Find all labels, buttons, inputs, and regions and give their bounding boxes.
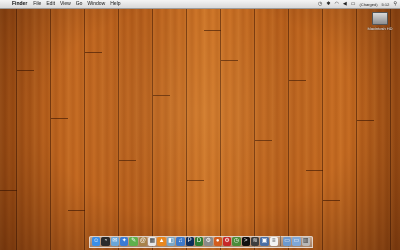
preview-icon[interactable]: ◧ bbox=[166, 237, 176, 246]
wallpaper-seam bbox=[187, 180, 204, 181]
wallpaper-seam bbox=[68, 210, 85, 211]
dock: ☺ ◔ ✉ ✦ ✎ @ ▦ ▲ ◧ ♫ P D ⚙ ● ⚙ ◷ > ≋ ▣ ≡ ▭ ▭ ▥ bbox=[89, 236, 313, 248]
transmission-icon[interactable]: ⚙ bbox=[222, 237, 232, 246]
documents-folder-icon[interactable]: ▭ bbox=[292, 237, 301, 246]
bluetooth-icon[interactable]: ✱ bbox=[326, 1, 330, 7]
textedit-icon[interactable]: ≡ bbox=[269, 237, 278, 246]
desktop-icon-label: Macintosh HD bbox=[367, 26, 393, 31]
menu-go[interactable]: Go bbox=[76, 1, 88, 7]
wallpaper-seam bbox=[323, 200, 340, 201]
battery-icon[interactable]: ▭ bbox=[351, 1, 356, 7]
wallpaper-seam bbox=[0, 190, 17, 191]
volume-icon[interactable]: ◀ bbox=[343, 1, 347, 7]
mail-icon[interactable]: ✉ bbox=[110, 237, 120, 246]
menu-window[interactable]: Window bbox=[87, 1, 110, 7]
applications-folder-icon[interactable]: ▭ bbox=[282, 237, 292, 246]
desktop-wallpaper bbox=[0, 0, 400, 250]
vlc-icon[interactable]: ▲ bbox=[157, 237, 166, 246]
trash-icon[interactable]: ▥ bbox=[301, 237, 310, 246]
menu-app-name[interactable]: Finder bbox=[12, 1, 33, 7]
menu-bar: Finder File Edit View Go Window Help ◷ ✱… bbox=[0, 0, 400, 9]
dock-separator bbox=[279, 236, 281, 246]
wallpaper-seam bbox=[153, 95, 170, 96]
finder-icon[interactable]: ☺ bbox=[92, 237, 101, 246]
wallpaper-seam bbox=[51, 118, 68, 119]
spotlight-search-icon[interactable]: ⚲ bbox=[393, 1, 397, 7]
battery-status[interactable]: (Charged) bbox=[360, 2, 378, 7]
itunes-icon[interactable]: ♫ bbox=[176, 237, 185, 246]
dreamweaver-icon[interactable]: D bbox=[194, 237, 204, 246]
menu-edit[interactable]: Edit bbox=[46, 1, 60, 7]
wallpaper-seam bbox=[204, 30, 221, 31]
firefox-icon[interactable]: ● bbox=[213, 237, 222, 246]
wallpaper-seam bbox=[17, 70, 34, 71]
menu-clock[interactable]: 5:12 bbox=[382, 2, 390, 7]
desktop-icon-macintosh-hd[interactable]: Macintosh HD bbox=[362, 12, 398, 31]
menu-view[interactable]: View bbox=[60, 1, 76, 7]
wallpaper-seam bbox=[85, 52, 102, 53]
wallpaper-seam bbox=[221, 60, 238, 61]
safari-icon[interactable]: ✦ bbox=[120, 237, 129, 246]
wallpaper-seam bbox=[289, 80, 306, 81]
terminal-icon[interactable]: > bbox=[241, 237, 250, 246]
photoshop-icon[interactable]: P bbox=[185, 237, 194, 246]
menu-help[interactable]: Help bbox=[110, 1, 125, 7]
time-machine-icon[interactable]: ◷ bbox=[232, 237, 241, 246]
hard-drive-icon bbox=[372, 12, 388, 25]
system-preferences-icon[interactable]: ⚙ bbox=[204, 237, 213, 246]
wifi-icon[interactable]: ◠ bbox=[335, 1, 339, 7]
wallpaper-seam bbox=[119, 160, 136, 161]
menu-file[interactable]: File bbox=[33, 1, 46, 7]
address-book-icon[interactable]: @ bbox=[138, 237, 148, 246]
activity-monitor-icon[interactable]: ≋ bbox=[250, 237, 260, 246]
wallpaper-seam bbox=[255, 140, 272, 141]
time-machine-menu-icon[interactable]: ◷ bbox=[318, 1, 322, 7]
ical-icon[interactable]: ▦ bbox=[148, 237, 157, 246]
wallpaper-seam bbox=[306, 170, 323, 171]
spaces-icon[interactable]: ▣ bbox=[260, 237, 269, 246]
menu-extras: ◷ ✱ ◠ ◀ ▭ (Charged) 5:12 ⚲ bbox=[318, 1, 400, 7]
dashboard-icon[interactable]: ◔ bbox=[101, 237, 110, 246]
ichat-icon[interactable]: ✎ bbox=[129, 237, 138, 246]
wallpaper-seam bbox=[357, 120, 374, 121]
